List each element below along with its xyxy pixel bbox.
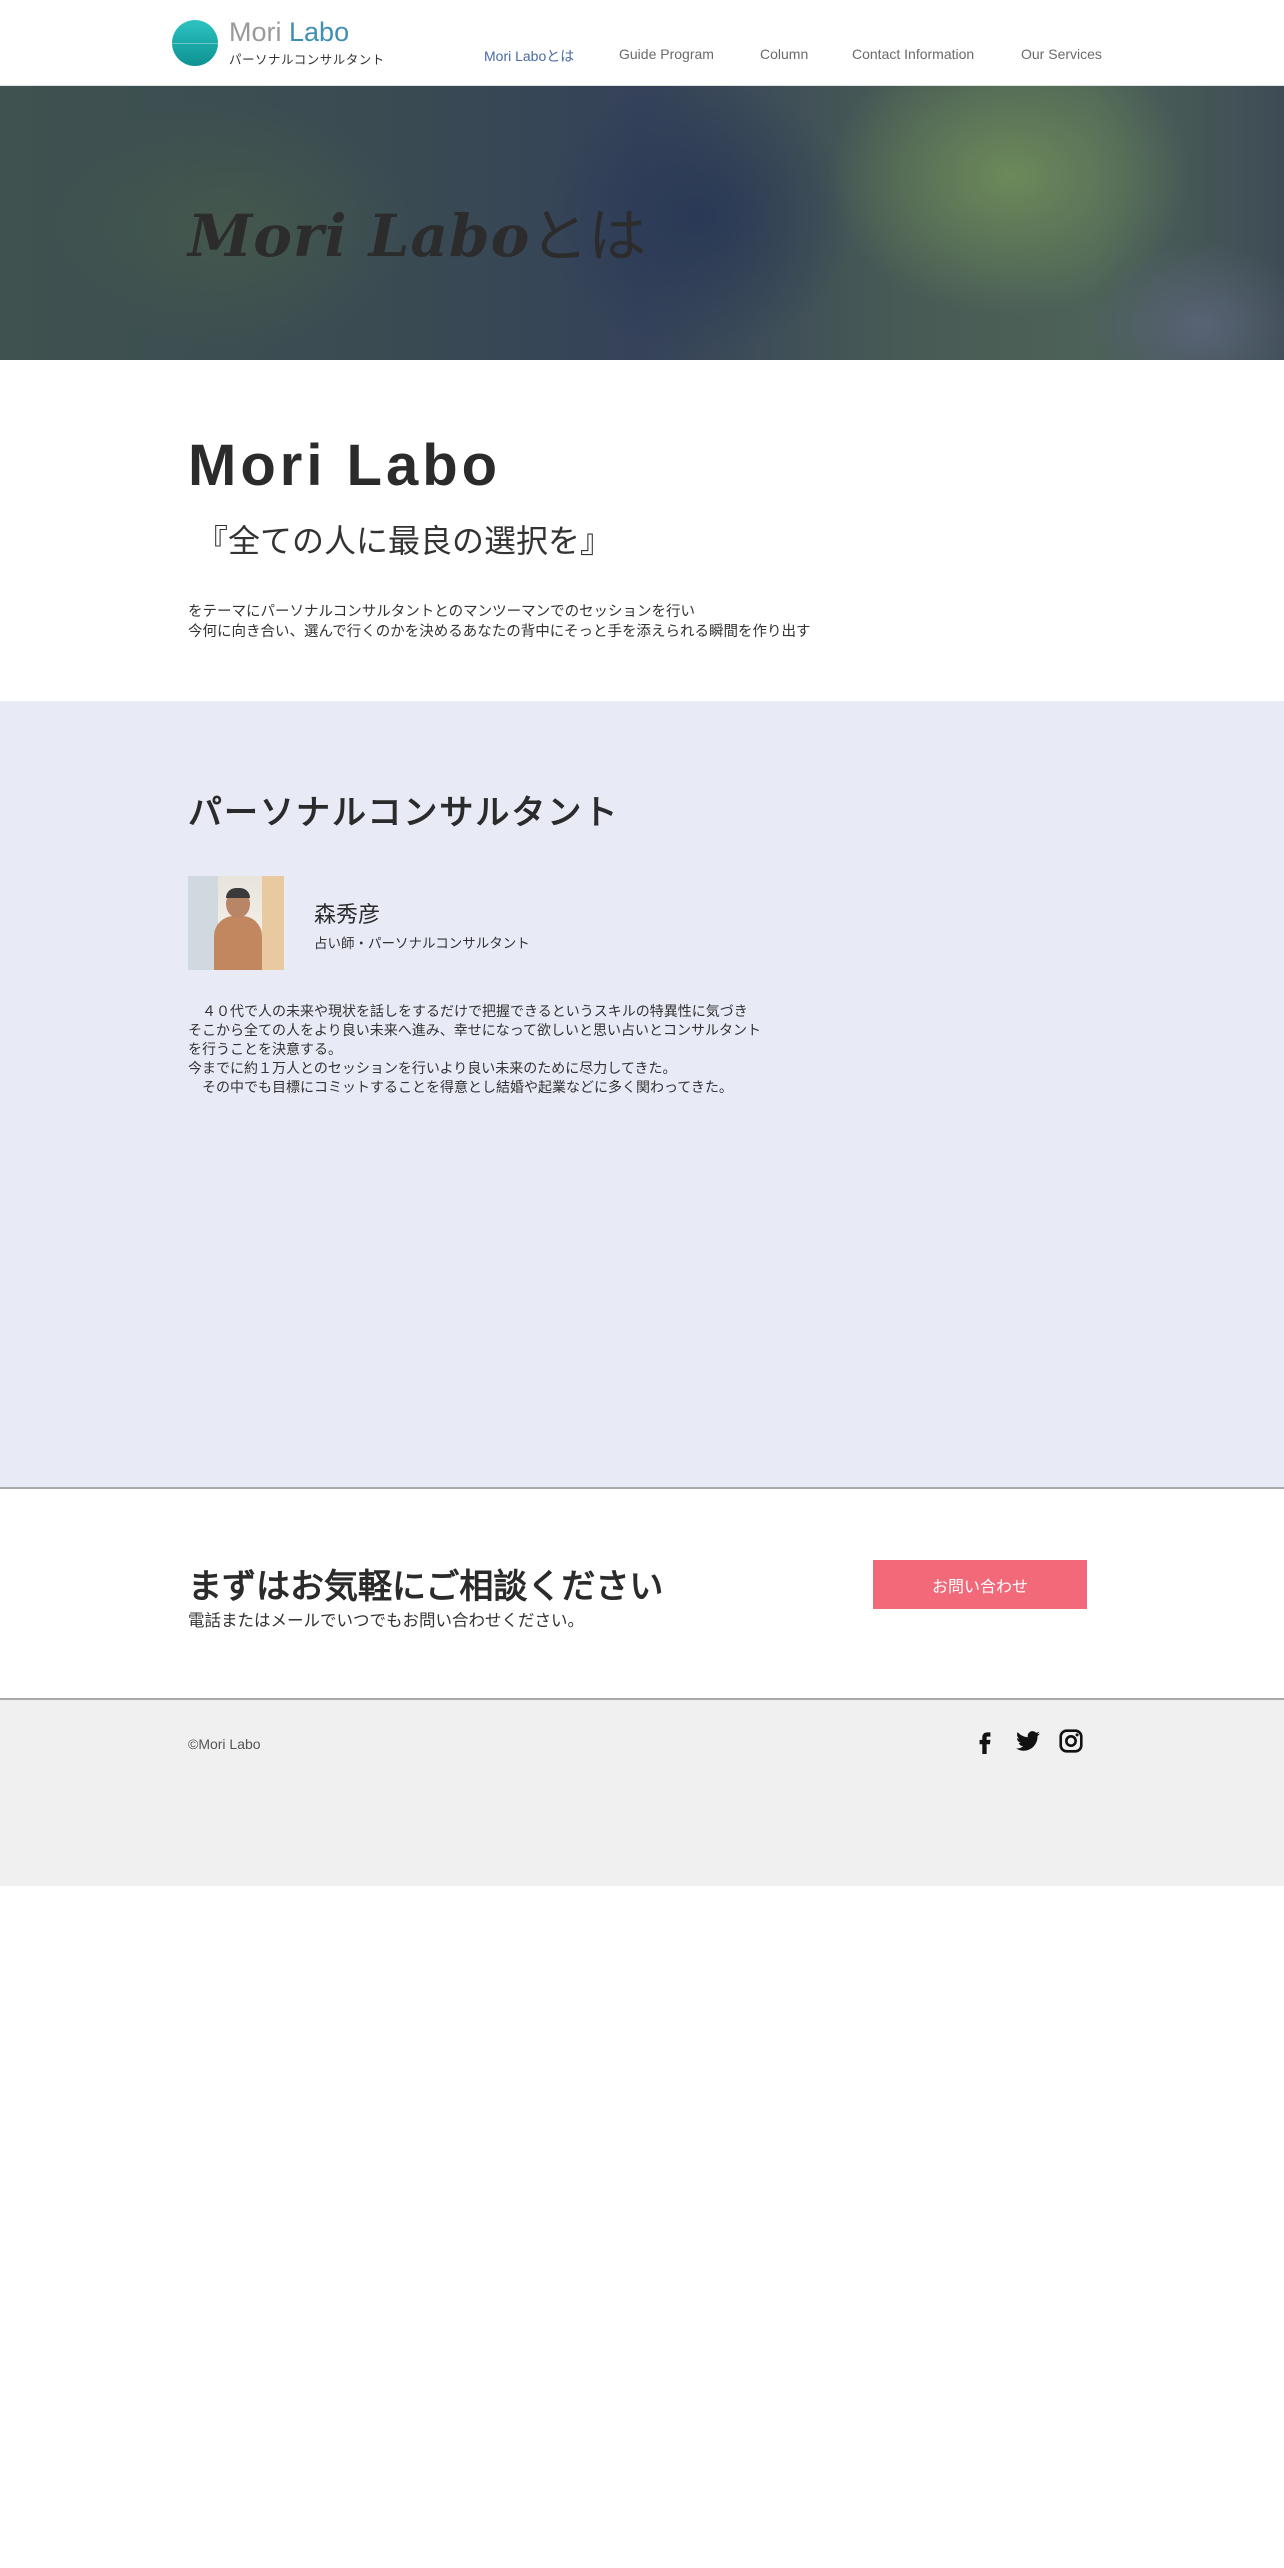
nav-item-column[interactable]: Column <box>760 46 808 62</box>
instagram-icon[interactable] <box>1058 1728 1084 1754</box>
copyright-text: ©Mori Labo <box>188 1736 261 1752</box>
hero-title-suffix: とは <box>530 202 647 270</box>
cta-title: まずはお気軽にご相談ください <box>188 1567 664 1607</box>
cta-subtitle: 電話またはメールでいつでもお問い合わせください。 <box>188 1611 584 1630</box>
consultant-role: 占い師・パーソナルコンサルタント <box>314 936 530 952</box>
consultant-name: 森秀彦 <box>314 903 381 928</box>
nav-item-our-services[interactable]: Our Services <box>1021 46 1102 62</box>
twitter-icon[interactable] <box>1015 1728 1041 1754</box>
contact-button[interactable]: お問い合わせ <box>873 1560 1087 1609</box>
logo-labo: Labo <box>289 17 350 47</box>
site-header: Mori Labo パーソナルコンサルタント Mori Laboとは Guide… <box>0 0 1284 86</box>
main-nav: Mori Laboとは Guide Program Column Contact… <box>0 46 1284 66</box>
consultant-bio: ４０代で人の未来や現状を話しをするだけで把握できるというスキルの特異性に気づき … <box>188 1004 762 1096</box>
about-section: Mori Labo 『全ての人に最良の選択を』 をテーマにパーソナルコンサルタン… <box>0 360 1284 701</box>
nav-item-about[interactable]: Mori Laboとは <box>484 46 574 66</box>
facebook-icon[interactable] <box>972 1728 998 1754</box>
consultant-photo <box>188 876 284 970</box>
about-tagline: 『全ての人に最良の選択を』 <box>196 522 613 560</box>
logo-mori: Mori <box>229 17 282 47</box>
logo-title[interactable]: Mori Labo <box>229 16 349 48</box>
hero-banner: Mori Laboとは <box>0 86 1284 360</box>
nav-item-guide-program[interactable]: Guide Program <box>619 46 714 62</box>
consultant-section: パーソナルコンサルタント 森秀彦 占い師・パーソナルコンサルタント ４０代で人の… <box>0 701 1284 1489</box>
hero-title-script: Mori Labo <box>188 202 531 270</box>
about-body: をテーマにパーソナルコンサルタントとのマンツーマンでのセッションを行い 今何に向… <box>188 602 810 642</box>
about-body-line: をテーマにパーソナルコンサルタントとのマンツーマンでのセッションを行い <box>188 604 696 620</box>
nav-item-contact-information[interactable]: Contact Information <box>852 46 974 62</box>
about-heading: Mori Labo <box>188 433 502 498</box>
site-footer: ©Mori Labo <box>0 1700 1284 1886</box>
contact-cta-section: まずはお気軽にご相談ください 電話またはメールでいつでもお問い合わせください。 … <box>0 1489 1284 1700</box>
about-body-line: 今何に向き合い、選んで行くのかを決めるあなたの背中にそっと手を添えられる瞬間を作… <box>188 624 811 640</box>
hero-title: Mori Laboとは <box>188 204 646 268</box>
consultant-section-title: パーソナルコンサルタント <box>188 793 620 833</box>
